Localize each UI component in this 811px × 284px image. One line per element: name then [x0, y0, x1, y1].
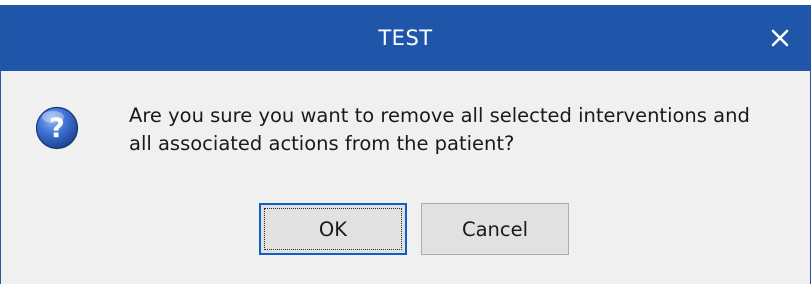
question-icon: ?: [35, 106, 79, 150]
close-button[interactable]: [764, 22, 796, 54]
message-line-2: all associated actions from the patient?: [129, 132, 515, 155]
dialog-titlebar[interactable]: TEST: [1, 5, 810, 71]
svg-text:?: ?: [49, 113, 65, 144]
close-icon: [771, 29, 789, 47]
dialog-title: TEST: [378, 26, 433, 50]
dialog-message: Are you sure you want to remove all sele…: [129, 102, 789, 158]
ok-button[interactable]: OK: [259, 203, 407, 255]
message-dialog: TEST ? Are you sure you want to remove a…: [0, 5, 811, 284]
cancel-button[interactable]: Cancel: [421, 203, 569, 255]
dialog-body: ? Are you sure you want to remove all se…: [1, 71, 810, 284]
ok-button-label: OK: [318, 217, 348, 241]
cancel-button-label: Cancel: [461, 217, 529, 241]
message-line-1: Are you sure you want to remove all sele…: [129, 104, 750, 127]
